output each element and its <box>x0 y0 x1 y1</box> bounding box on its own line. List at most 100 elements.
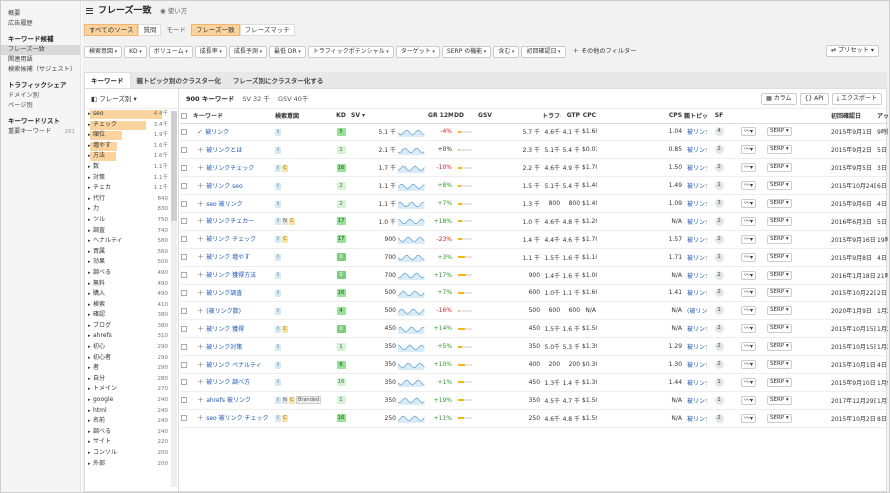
plus-icon[interactable]: ＋ <box>197 200 206 208</box>
filter-button[interactable]: 成長率 ▾ <box>194 46 227 58</box>
keyword-link[interactable]: seo 被リンク <box>206 201 242 208</box>
filter-button[interactable]: ターゲット ▾ <box>395 46 440 58</box>
phrase-item[interactable]: コンソル ▸ 200 <box>85 448 178 459</box>
phrase-item[interactable]: 調査 ▸ 740 <box>85 226 178 237</box>
table-row[interactable]: ＋ 被リンク 調べ方I16350+1%4501.3千1.4 千$1.301.44… <box>180 373 889 392</box>
phrase-item[interactable]: 名前 ▸ 240 <box>85 416 178 427</box>
sidebar-item[interactable]: ドメイン別 <box>1 91 80 101</box>
sidebar-item[interactable]: 関連用語 <box>1 55 80 65</box>
menu-icon[interactable] <box>86 8 93 14</box>
keyword-link[interactable]: 被リンクチェカー <box>206 218 254 225</box>
row-checkbox[interactable] <box>181 343 187 350</box>
table-row[interactable]: ＋ 被リンク チェック I C 17 900 -23% 1.4 千 4.4千 4.6 千 $1.7… <box>180 230 889 249</box>
phrase-item[interactable]: ツル ▸ 750 <box>85 215 178 226</box>
table-row[interactable]: ✓ 被リンクI55.1 千-4%5.7 千4.6千4.1 千$1.601.04被… <box>180 123 889 142</box>
sidebar-item[interactable]: フレーズ一致 <box>1 45 80 55</box>
phrase-item[interactable]: サイト ▸ 220 <box>85 437 178 448</box>
filter-button[interactable]: 最低 DR ▾ <box>268 46 306 58</box>
serp-features-count[interactable]: 1 <box>714 377 724 387</box>
serp-button[interactable]: SERP ▾ <box>767 360 792 370</box>
keyword-link[interactable]: 被リンク ペナルティ <box>206 362 262 369</box>
plus-icon[interactable]: ＋ <box>197 146 206 154</box>
phrase-item[interactable]: ブログ ▸ 380 <box>85 321 178 332</box>
phrase-item[interactable]: 方法 ▸ 1.6千 <box>85 151 178 162</box>
table-row[interactable]: ＋ 被リンク 獲得IC0450+14%4501.5千1.6 千$1.50N/A被… <box>180 319 889 339</box>
parent-topic-link[interactable]: 被リンクチェック <box>687 416 707 423</box>
serp-features-count[interactable]: 2 <box>714 216 724 226</box>
column-header[interactable]: DD <box>453 109 478 124</box>
table-row[interactable]: ＋ 被リンク seoI21.1 千+8%1.5 千5.1千5.4 千$1.401… <box>180 176 889 196</box>
plus-icon[interactable]: ＋ <box>197 253 206 261</box>
parent-topic-link[interactable]: 被リンクチェック <box>687 165 707 172</box>
plus-icon[interactable]: ＋ <box>197 271 206 279</box>
serp-button[interactable]: SERP ▾ <box>767 252 792 262</box>
trend-button[interactable]: 〰▾ <box>741 234 757 244</box>
columns-button[interactable]: ▦ カラム <box>761 93 797 105</box>
row-checkbox[interactable] <box>181 379 187 386</box>
trend-button[interactable]: 〰▾ <box>741 395 757 405</box>
row-checkbox[interactable] <box>181 361 187 368</box>
plus-icon[interactable]: ＋ <box>197 396 206 404</box>
serp-features-count[interactable]: 1 <box>714 306 724 316</box>
column-header[interactable]: GR 12M <box>427 109 454 124</box>
serp-button[interactable]: SERP ▾ <box>767 216 792 226</box>
serp-button[interactable]: SERP ▾ <box>767 395 792 405</box>
table-row[interactable]: ＋ 被リンクとはI12.1 千+0%2.3 千5.1千5.4 千$0.030.8… <box>180 140 889 160</box>
serp-button[interactable]: SERP ▾ <box>767 270 792 280</box>
keyword-link[interactable]: 被リンク対策 <box>206 344 242 351</box>
select-all-header[interactable] <box>180 109 192 124</box>
phrase-item[interactable]: 増やす ▸ 1.6千 <box>85 141 178 152</box>
phrase-item[interactable]: 購入 ▸ 490 <box>85 289 178 300</box>
serp-features-count[interactable]: 2 <box>714 324 724 334</box>
phrase-item[interactable]: 初心者 ▸ 290 <box>85 353 178 364</box>
column-header[interactable]: 親トピック <box>683 109 708 124</box>
row-checkbox[interactable] <box>181 218 187 225</box>
mode-button[interactable]: 質問 <box>138 24 162 36</box>
column-header[interactable]: 検索意図 <box>274 109 332 124</box>
filter-button[interactable]: KD ▾ <box>124 46 147 58</box>
row-checkbox[interactable] <box>181 272 187 279</box>
sidebar-item[interactable]: 概要 <box>1 9 80 19</box>
phrase-item[interactable]: 検索 ▸ 410 <box>85 300 178 311</box>
keyword-link[interactable]: (被リンク数) <box>206 308 241 315</box>
phrase-item[interactable]: ヘナルティ ▸ 580 <box>85 236 178 247</box>
phrase-item[interactable]: 数 ▸ 1.1千 <box>85 162 178 173</box>
serp-button[interactable]: SERP ▾ <box>767 377 792 387</box>
trend-button[interactable]: 〰▾ <box>741 145 757 155</box>
sidebar-item[interactable]: 重要キーワード 281 <box>1 127 80 137</box>
column-header[interactable]: GSV <box>477 109 542 124</box>
filter-button[interactable]: ボリューム ▾ <box>148 46 193 58</box>
table-row[interactable]: ＋ 被リンク対策I1350+5%3505.0千5.3 千$1.301.29被リン… <box>180 337 889 357</box>
parent-topic-link[interactable]: 被リンク <box>687 183 707 190</box>
keyword-link[interactable]: ahrefs 被リンク <box>206 397 251 404</box>
plus-icon[interactable]: ＋ <box>197 289 206 297</box>
serp-features-count[interactable]: 2 <box>714 270 724 280</box>
column-header[interactable]: KD <box>332 109 350 124</box>
table-row[interactable]: ＋ 被リンク 獲得方法I0700+17%9001.4千1.6 千$1.00N/A… <box>180 266 889 285</box>
serp-features-count[interactable]: 1 <box>714 395 724 405</box>
phrase-item[interactable]: 調べる ▸ 490 <box>85 268 178 279</box>
serp-features-count[interactable]: 2 <box>714 360 724 370</box>
keyword-link[interactable]: 被リンク 獲得方法 <box>206 272 256 279</box>
table-row[interactable]: ＋ 被リンクチェック I C 16 1.7 千 -10% 2.2 千 4.6千 4.9 千 $1.… <box>180 158 889 178</box>
table-row[interactable]: ＋ 被リンク 増やすI0700+3%1.1 千1.5千1.6 千$1.101.7… <box>180 248 889 267</box>
table-row[interactable]: ＋ 被リンク ペナルティI8350+10%400200200$0.301.30被… <box>180 355 889 374</box>
filter-button[interactable]: SERP の機能 ▾ <box>441 46 492 58</box>
keyword-link[interactable]: 被リンク seo <box>206 183 242 190</box>
phrase-item[interactable]: google ▸ 240 <box>85 395 178 406</box>
mode-button[interactable]: すべてのソース <box>84 24 139 36</box>
add-filter-button[interactable]: ＋ その他のフィルター <box>573 45 637 59</box>
parent-topic-link[interactable]: 被リンク <box>687 344 707 351</box>
parent-topic-link[interactable]: 被リンクチェック <box>687 237 707 244</box>
phrase-item[interactable]: 力 ▸ 830 <box>85 204 178 215</box>
row-checkbox[interactable] <box>181 289 187 296</box>
keyword-link[interactable]: 被リンクチェック <box>206 165 254 172</box>
phrase-panel-header[interactable]: ◧ フレーズ別 ▾ <box>85 89 178 109</box>
trend-button[interactable]: 〰▾ <box>741 270 757 280</box>
row-checkbox[interactable] <box>181 146 187 153</box>
sidebar-item[interactable]: 検索候補（サジェスト） <box>1 65 80 75</box>
tab-item[interactable]: 親トピック別のクラスター化 <box>131 73 227 89</box>
serp-button[interactable]: SERP ▾ <box>767 127 792 137</box>
phrase-item[interactable]: seo ▸ 4.4千 <box>85 109 178 120</box>
serp-button[interactable]: SERP ▾ <box>767 306 792 316</box>
